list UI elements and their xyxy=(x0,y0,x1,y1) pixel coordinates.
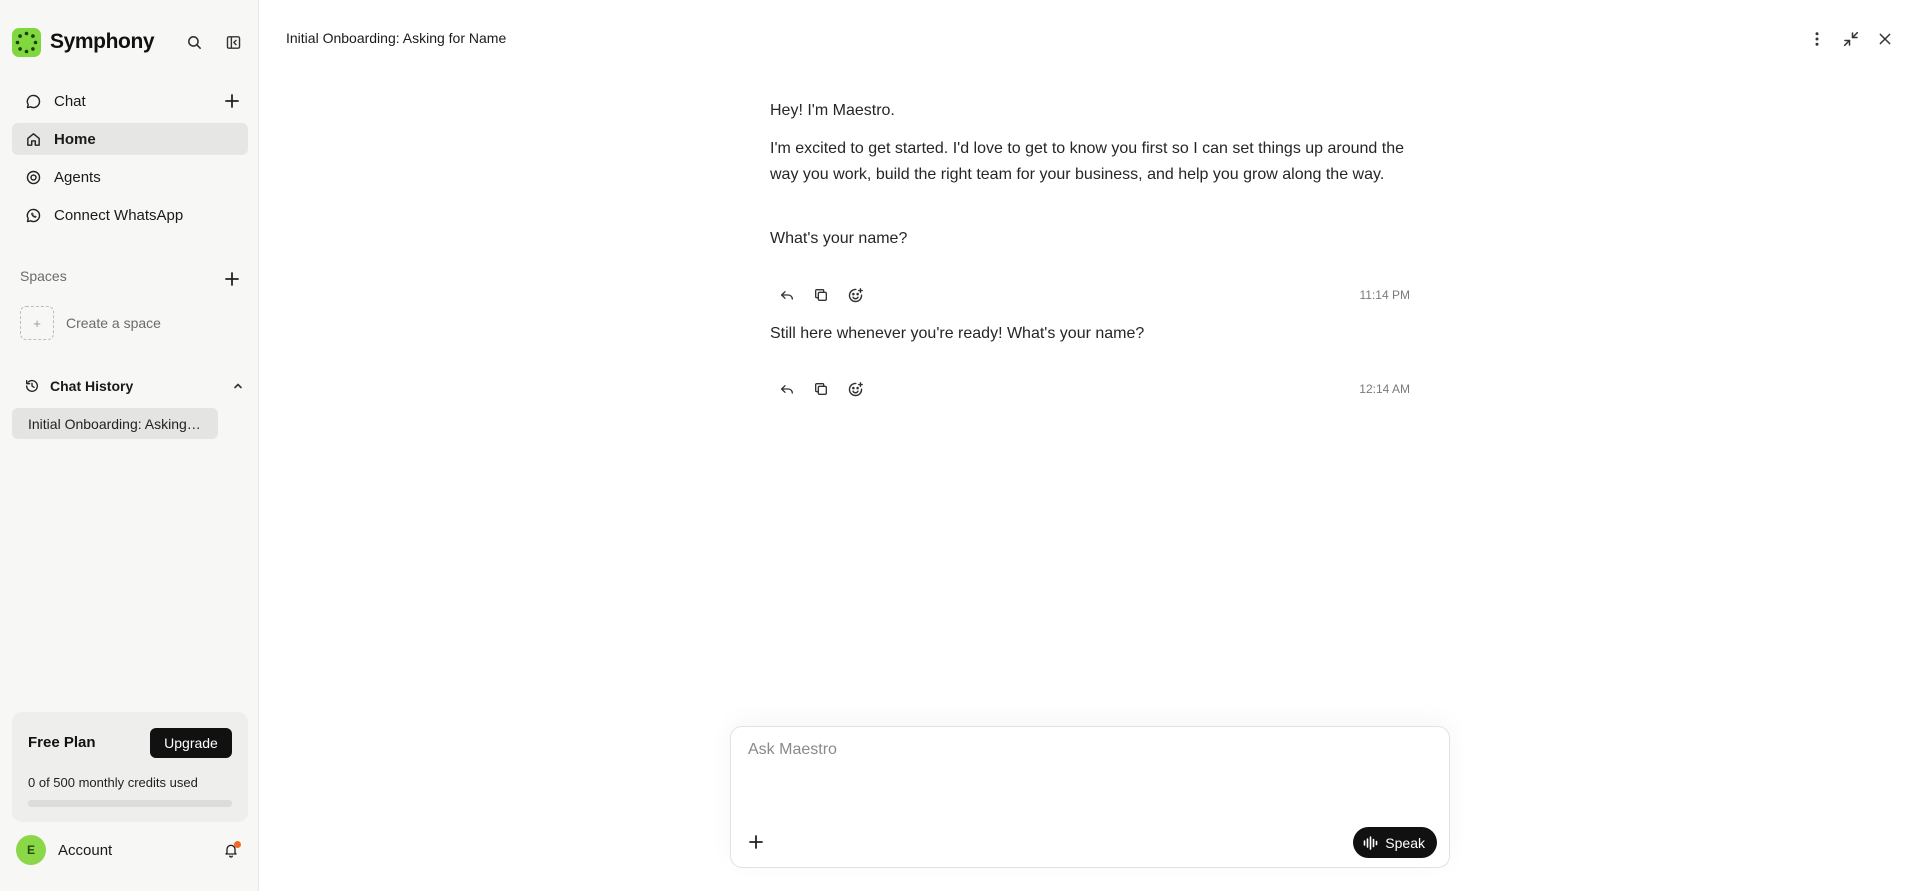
message-timestamp: 11:14 PM xyxy=(1359,288,1410,302)
copy-icon[interactable] xyxy=(808,282,834,308)
create-space-label: Create a space xyxy=(66,315,161,331)
spaces-label: Spaces xyxy=(20,268,67,284)
message-timestamp: 12:14 AM xyxy=(1359,382,1410,396)
avatar: E xyxy=(16,835,46,865)
plus-icon: + xyxy=(20,306,54,340)
add-reaction-icon[interactable] xyxy=(842,376,868,402)
message-paragraph: Still here whenever you're ready! What's… xyxy=(770,325,1145,342)
credits-progress-bar xyxy=(28,800,232,807)
whatsapp-icon xyxy=(24,206,42,224)
nav-item-label: Home xyxy=(54,130,96,148)
brand[interactable]: Symphony xyxy=(12,26,155,58)
notifications-bell-icon[interactable] xyxy=(220,839,242,861)
upgrade-button[interactable]: Upgrade xyxy=(150,728,232,758)
plan-card: Free Plan Upgrade 0 of 500 monthly credi… xyxy=(12,712,248,822)
nav-item-label: Chat xyxy=(54,92,86,110)
speak-button[interactable]: Speak xyxy=(1353,827,1437,858)
nav-item-label: Agents xyxy=(54,168,101,186)
waveform-icon xyxy=(1363,835,1379,850)
message-paragraph: Hey! I'm Maestro. xyxy=(770,102,895,119)
account-button[interactable]: E Account xyxy=(16,835,244,865)
account-label: Account xyxy=(58,841,113,859)
home-icon xyxy=(24,130,42,148)
symphony-logo-icon xyxy=(12,27,41,57)
target-icon xyxy=(24,168,42,186)
reply-icon[interactable] xyxy=(774,376,800,402)
chevron-up-icon xyxy=(232,380,244,392)
ask-maestro-input[interactable] xyxy=(748,741,1428,759)
message-actions: 11:14 PM xyxy=(774,282,1410,308)
more-options-icon[interactable] xyxy=(1806,28,1828,50)
search-icon[interactable] xyxy=(183,31,205,53)
history-icon xyxy=(24,378,40,394)
attach-plus-icon[interactable] xyxy=(745,831,767,853)
nav-item-chat[interactable]: Chat xyxy=(12,85,248,117)
chat-bubble-icon xyxy=(24,92,42,110)
chat-history-label: Chat History xyxy=(50,378,134,394)
chat-history-item-label: Initial Onboarding: Asking for Name xyxy=(28,415,202,432)
add-space-button[interactable] xyxy=(222,269,242,289)
message-paragraph: What's your name? xyxy=(770,230,908,247)
credits-usage: 0 of 500 monthly credits used xyxy=(28,775,198,790)
brand-name: Symphony xyxy=(50,30,155,53)
copy-icon[interactable] xyxy=(808,376,834,402)
sidebar: Symphony Chat Home Agents Connect WhatsA… xyxy=(0,0,259,891)
minimize-icon[interactable] xyxy=(1840,28,1862,50)
collapse-sidebar-icon[interactable] xyxy=(222,31,244,53)
nav-item-connect-whatsapp[interactable]: Connect WhatsApp xyxy=(12,199,248,231)
nav-item-agents[interactable]: Agents xyxy=(12,161,248,193)
add-reaction-icon[interactable] xyxy=(842,282,868,308)
page-title: Initial Onboarding: Asking for Name xyxy=(286,30,507,46)
create-space-button[interactable]: + Create a space xyxy=(20,306,161,340)
message-paragraph: I'm excited to get started. I'd love to … xyxy=(770,140,1405,183)
nav-item-home[interactable]: Home xyxy=(12,123,248,155)
plan-title: Free Plan xyxy=(28,734,96,751)
message-actions: 12:14 AM xyxy=(774,376,1410,402)
nav-item-label: Connect WhatsApp xyxy=(54,206,184,224)
speak-label: Speak xyxy=(1385,834,1425,851)
chat-history-toggle[interactable]: Chat History xyxy=(24,374,244,398)
reply-icon[interactable] xyxy=(774,282,800,308)
composer: Speak xyxy=(730,726,1450,868)
close-icon[interactable] xyxy=(1874,28,1896,50)
chat-history-item[interactable]: Initial Onboarding: Asking for Name xyxy=(12,408,218,439)
notification-dot xyxy=(234,841,241,848)
new-chat-button[interactable] xyxy=(222,91,242,111)
